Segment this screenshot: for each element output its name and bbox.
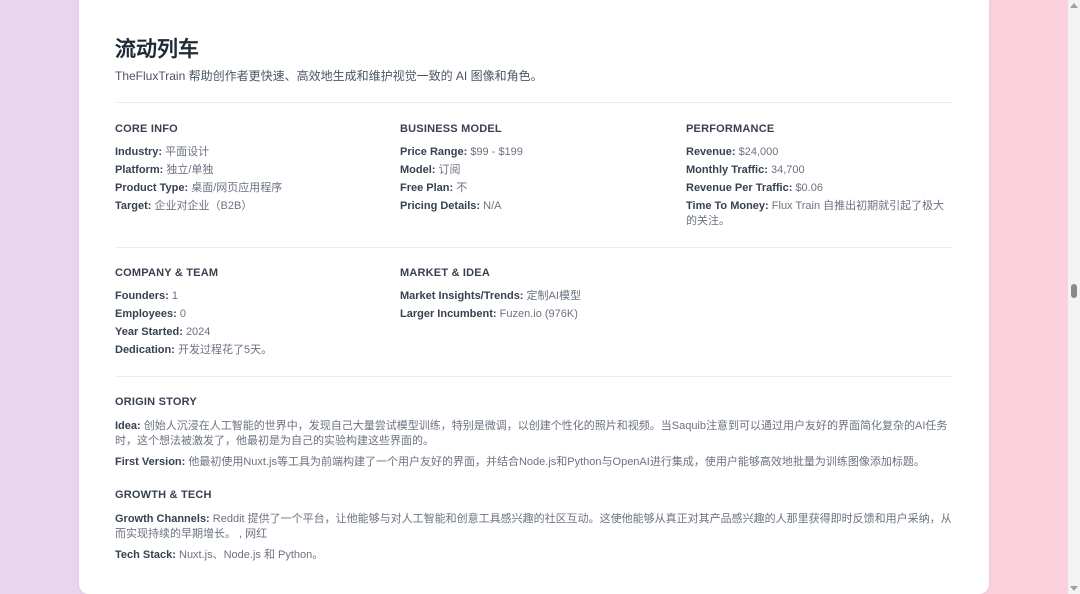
page-subtitle: TheFluxTrain 帮助创作者更快速、高效地生成和维护视觉一致的 AI 图…	[115, 69, 543, 83]
company-employees: Employees: 0	[115, 308, 186, 320]
company-dedication: Dedication: 开发过程花了5天。	[115, 344, 273, 356]
company-year-started: Year Started: 2024	[115, 326, 211, 338]
company-team-heading: COMPANY & TEAM	[115, 267, 219, 279]
core-info-product-type: Product Type: 桌面/网页应用程序	[115, 182, 283, 194]
scroll-down-arrow-icon[interactable]	[1070, 586, 1078, 591]
business-model-type: Model: 订阅	[400, 164, 461, 176]
market-larger-incumbent: Larger Incumbent: Fuzen.io (976K)	[400, 308, 578, 320]
market-insights: Market Insights/Trends: 定制AI模型	[400, 290, 581, 302]
business-free-plan: Free Plan: 不	[400, 182, 468, 194]
page-title: 流动列车	[115, 37, 199, 61]
tech-stack: Tech Stack: Nuxt.js、Node.js 和 Python。	[115, 549, 324, 561]
company-founders: Founders: 1	[115, 290, 178, 302]
origin-story-heading: ORIGIN STORY	[115, 396, 197, 408]
divider	[115, 102, 953, 103]
performance-monthly-traffic: Monthly Traffic: 34,700	[686, 164, 805, 176]
performance-revenue: Revenue: $24,000	[686, 146, 779, 158]
origin-idea: Idea: 创始人沉浸在人工智能的世界中，发现自己大量尝试模型训练，特别是微调，…	[115, 420, 948, 447]
divider	[115, 247, 953, 248]
core-info-target: Target: 企业对企业（B2B）	[115, 200, 253, 212]
page-scrollbar[interactable]	[1068, 0, 1080, 594]
startup-detail-card: 流动列车 TheFluxTrain 帮助创作者更快速、高效地生成和维护视觉一致的…	[79, 0, 989, 594]
origin-first-version: First Version: 他最初使用Nuxt.js等工具为前端构建了一个用户…	[115, 456, 925, 468]
business-price-range: Price Range: $99 - $199	[400, 146, 523, 158]
growth-channels: Growth Channels: Reddit 提供了一个平台，让他能够与对人工…	[115, 513, 952, 540]
scroll-up-arrow-icon[interactable]	[1070, 3, 1078, 8]
market-idea-heading: MARKET & IDEA	[400, 267, 490, 279]
performance-time-to-money: Time To Money: Flux Train 自推出初期就引起了极大的关注…	[686, 200, 945, 227]
card-content: 流动列车 TheFluxTrain 帮助创作者更快速、高效地生成和维护视觉一致的…	[115, 0, 953, 594]
core-info-heading: CORE INFO	[115, 123, 178, 135]
divider	[115, 376, 953, 377]
growth-tech-heading: GROWTH & TECH	[115, 489, 212, 501]
business-pricing-details: Pricing Details: N/A	[400, 200, 502, 212]
core-info-industry: Industry: 平面设计	[115, 146, 210, 158]
core-info-platform: Platform: 独立/单独	[115, 164, 214, 176]
performance-heading: PERFORMANCE	[686, 123, 775, 135]
business-model-heading: BUSINESS MODEL	[400, 123, 502, 135]
performance-revenue-per-traffic: Revenue Per Traffic: $0.06	[686, 182, 823, 194]
scrollbar-thumb[interactable]	[1071, 284, 1077, 298]
